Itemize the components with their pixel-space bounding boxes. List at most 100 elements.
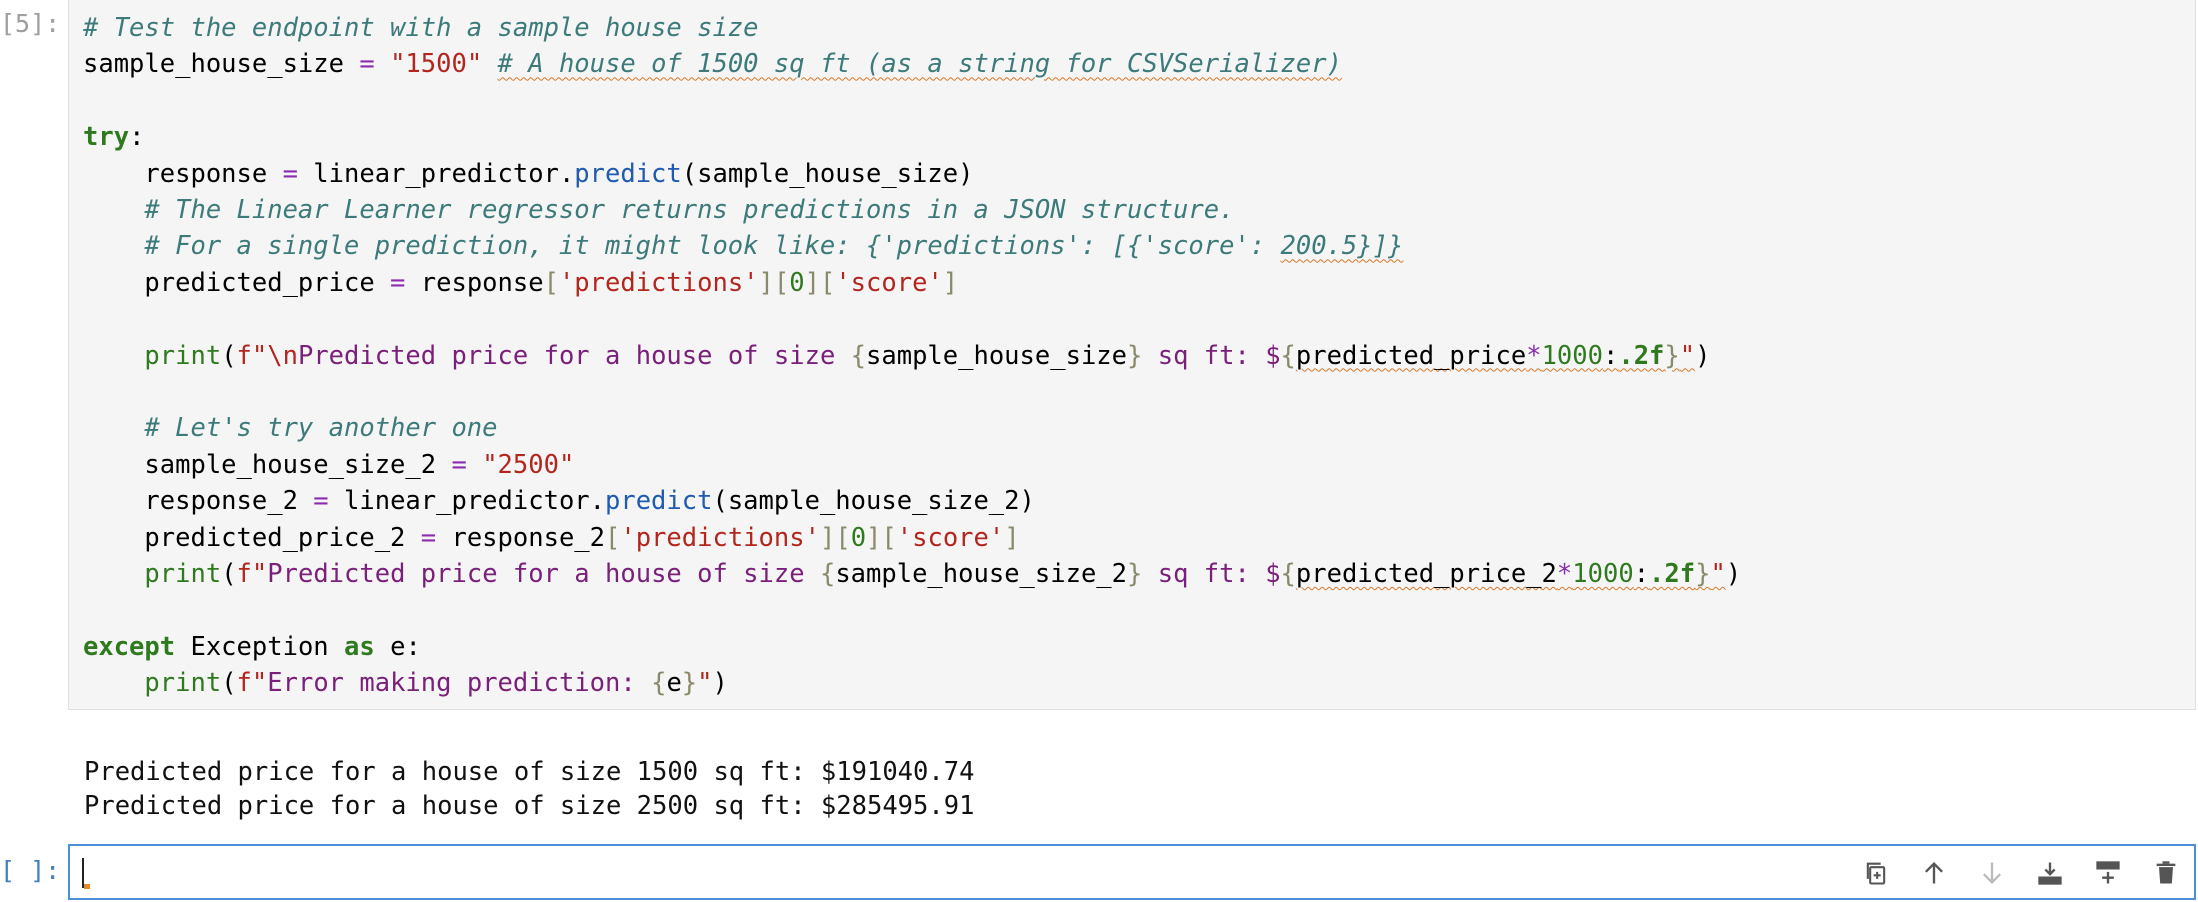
code-line: response = linear_predictor.predict(samp… xyxy=(83,159,973,189)
code-line: # Test the endpoint with a sample house … xyxy=(83,13,759,43)
code-token: 0 xyxy=(789,267,805,298)
code-token: print xyxy=(144,668,222,699)
code-token: e xyxy=(666,668,682,699)
code-token: sample_house_size xyxy=(83,49,360,80)
code-token: predicted_price xyxy=(83,267,391,298)
code-token: response_2 xyxy=(436,522,606,553)
move-up-icon xyxy=(1925,862,1943,884)
code-token: : xyxy=(1602,340,1619,371)
code-line: response_2 = linear_predictor.predict(sa… xyxy=(83,486,1035,517)
code-line: # Let's try another one xyxy=(83,413,498,444)
duplicate-cell-icon xyxy=(1866,862,1886,885)
code-token: response xyxy=(405,267,544,298)
code-token: # A house of 1500 sq ft (as a string for… xyxy=(497,49,1342,80)
code-line: print(f"Error making prediction: {e}") xyxy=(83,668,728,699)
empty-cell-prompt: [ ]: xyxy=(0,856,61,885)
code-token: : xyxy=(1633,559,1650,589)
code-token: f"\n xyxy=(236,340,298,371)
code-token: try xyxy=(83,122,130,153)
code-token: 'score' xyxy=(835,267,943,298)
code-line: except Exception as e: xyxy=(83,632,421,662)
code-token: " xyxy=(697,668,713,699)
code-token: predicted_price_2 xyxy=(1295,559,1557,589)
cursor-marker xyxy=(84,884,90,889)
code-token: 0 xyxy=(850,522,867,553)
duplicate-cell-button[interactable] xyxy=(1852,854,1900,892)
code-token: = xyxy=(390,267,406,298)
code-line: print(f"Predicted price for a house of s… xyxy=(83,559,1741,589)
code-token: ) xyxy=(1725,559,1742,589)
code-token: ][ xyxy=(819,522,851,553)
code-token: Predicted price for a house of size xyxy=(267,559,820,589)
insert-below-button[interactable] xyxy=(2084,854,2132,892)
code-token: ][ xyxy=(804,267,836,298)
code-line: print(f"\nPredicted price for a house of… xyxy=(83,341,1710,371)
move-down-icon xyxy=(1983,862,2001,884)
insert-above-button[interactable] xyxy=(2026,854,2074,892)
code-token: print xyxy=(144,559,222,589)
code-token: linear_predictor. xyxy=(328,486,605,517)
code-line: # The Linear Learner regressor returns p… xyxy=(83,195,1234,225)
code-token: ] xyxy=(1004,522,1020,553)
code-token: # Test the endpoint with a sample house … xyxy=(83,13,759,43)
move-down-button[interactable] xyxy=(1968,854,2016,892)
code-token: { xyxy=(651,668,667,699)
active-empty-cell[interactable] xyxy=(68,844,2196,900)
code-token: = xyxy=(359,49,375,80)
delete-cell-button[interactable] xyxy=(2142,854,2190,892)
code-line: # For a single prediction, it might look… xyxy=(83,231,1403,261)
move-up-button[interactable] xyxy=(1910,854,1958,892)
code-token: sample_house_size_2 xyxy=(83,449,452,480)
code-token: sq ft: $ xyxy=(1142,559,1281,589)
code-token: 1000 xyxy=(1541,340,1603,371)
code-token: predicted_price xyxy=(1295,340,1527,371)
code-line: sample_house_size_2 = "2500" xyxy=(83,450,574,480)
code-token: { xyxy=(1280,340,1296,371)
code-cell-editor[interactable]: # Test the endpoint with a sample house … xyxy=(68,0,2196,710)
code-token: e: xyxy=(374,631,421,662)
code-line: try: xyxy=(83,122,144,152)
code-token: as xyxy=(344,631,375,662)
code-token: sq ft: $ xyxy=(1142,340,1281,371)
code-token: [ xyxy=(543,267,559,298)
code-token: } xyxy=(681,668,698,699)
code-token: 'predictions' xyxy=(620,522,820,553)
code-token: predict xyxy=(605,486,713,517)
code-token: Predicted price for a house of size xyxy=(297,340,851,371)
code-token: except xyxy=(83,631,176,662)
code-token: " xyxy=(1710,559,1726,589)
code-token: [ xyxy=(605,522,621,553)
code-token: "1500" xyxy=(390,49,483,80)
code-token: 1000 xyxy=(1572,559,1634,589)
code-token: response xyxy=(83,158,283,189)
code-token: " xyxy=(1679,340,1696,371)
code-token: (sample_house_size_2) xyxy=(712,486,1035,517)
code-cell-prompt: [5]: xyxy=(0,9,61,38)
code-token: # Let's try another one xyxy=(83,413,498,444)
code-token: response_2 xyxy=(83,486,314,517)
code-line: sample_house_size = "1500" # A house of … xyxy=(83,49,1342,79)
code-token: (sample_house_size) xyxy=(681,158,974,189)
code-token: # For a single prediction, it might look… xyxy=(83,231,1281,262)
code-token: { xyxy=(850,340,867,371)
code-token: # The Linear Learner regressor returns p… xyxy=(83,195,1235,225)
code-line: predicted_price_2 = response_2['predicti… xyxy=(83,522,1020,553)
code-token: 'score' xyxy=(896,522,1005,553)
code-token: 'predictions' xyxy=(558,267,759,298)
code-token: 200.5}]} xyxy=(1280,231,1404,262)
code-token: Error making prediction: xyxy=(267,668,652,699)
code-token: ] xyxy=(942,267,959,298)
code-token: } xyxy=(1127,340,1143,371)
code-token: ) xyxy=(712,668,728,699)
code-token: .2f xyxy=(1618,340,1665,371)
code-token: = xyxy=(451,449,467,480)
delete-cell-icon xyxy=(2156,861,2176,884)
code-token: = xyxy=(282,158,298,189)
code-token: * xyxy=(1556,559,1573,589)
code-token: } xyxy=(1127,559,1143,589)
